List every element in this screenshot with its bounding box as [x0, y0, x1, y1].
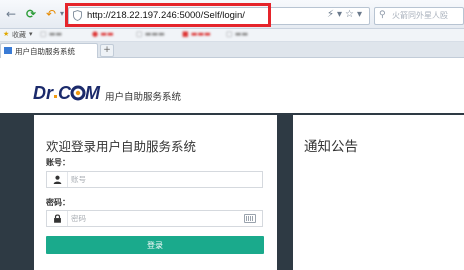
- notice-panel: 通知公告: [293, 115, 464, 270]
- browser-toolbar: ← ⟳ ↶ ▾ http://218.22.197.246:5000/Self/…: [0, 0, 464, 29]
- bookmark-item[interactable]: ● ▬▬: [92, 30, 114, 38]
- bookmark-item[interactable]: ▢ ▬▬: [40, 30, 62, 38]
- bookmark-item[interactable]: ■ ▬▬▬: [182, 30, 211, 38]
- svg-text:Dr: Dr: [33, 83, 54, 103]
- tab-self-service[interactable]: 用户自助服务系统: [0, 43, 98, 58]
- page-icon: [4, 47, 12, 54]
- tab-label: 用户自助服务系统: [15, 47, 75, 56]
- bookmark-item[interactable]: ▢ ▬▬▬: [136, 30, 165, 38]
- keyboard-icon[interactable]: [244, 214, 256, 223]
- password-field[interactable]: [46, 210, 263, 227]
- login-title: 欢迎登录用户自助服务系统: [46, 139, 197, 154]
- password-input[interactable]: [71, 212, 241, 225]
- lock-icon: [54, 214, 61, 223]
- address-highlight-box: [65, 3, 271, 27]
- bookmarks-bar: ★ 收藏 ▾ ▢ ▬▬ ● ▬▬ ▢ ▬▬▬ ■ ▬▬▬ ▢ ▬▬: [0, 29, 464, 42]
- drcom-logo: Dr C M: [33, 83, 101, 103]
- notice-title: 通知公告: [304, 139, 358, 155]
- page-header: Dr C M 用户自助服务系统: [0, 58, 464, 113]
- bookmark-item[interactable]: ▢ ▬▬: [226, 30, 248, 38]
- tab-bar: 用户自助服务系统 +: [0, 42, 464, 58]
- favorites-label[interactable]: 收藏: [12, 30, 26, 40]
- login-panel: 欢迎登录用户自助服务系统 账号： 密码： 登录: [34, 115, 277, 270]
- site-title: 用户自助服务系统: [105, 92, 182, 103]
- chevron-down-icon[interactable]: ▾: [337, 9, 345, 20]
- svg-text:C: C: [58, 83, 72, 103]
- user-icon: [53, 175, 62, 184]
- chevron-down-icon[interactable]: ▾: [357, 9, 365, 20]
- lightning-icon[interactable]: ⚡: [327, 9, 337, 20]
- search-placeholder: 火箭同外星人殴: [392, 11, 448, 20]
- refresh-icon[interactable]: ⟳: [24, 7, 38, 21]
- chevron-down-icon[interactable]: ▾: [29, 30, 33, 38]
- search-box[interactable]: ⚲ 火箭同外星人殴: [374, 7, 464, 25]
- star-icon[interactable]: ☆: [345, 9, 357, 20]
- svg-text:M: M: [85, 83, 101, 103]
- account-label: 账号：: [46, 158, 70, 167]
- login-button[interactable]: 登录: [46, 236, 264, 254]
- account-field[interactable]: [46, 171, 263, 188]
- password-label: 密码：: [46, 198, 70, 207]
- back-icon[interactable]: ←: [4, 7, 18, 21]
- star-icon: ★: [3, 30, 10, 38]
- search-icon: ⚲: [379, 10, 386, 20]
- account-input[interactable]: [71, 173, 241, 186]
- new-tab-button[interactable]: +: [100, 44, 114, 57]
